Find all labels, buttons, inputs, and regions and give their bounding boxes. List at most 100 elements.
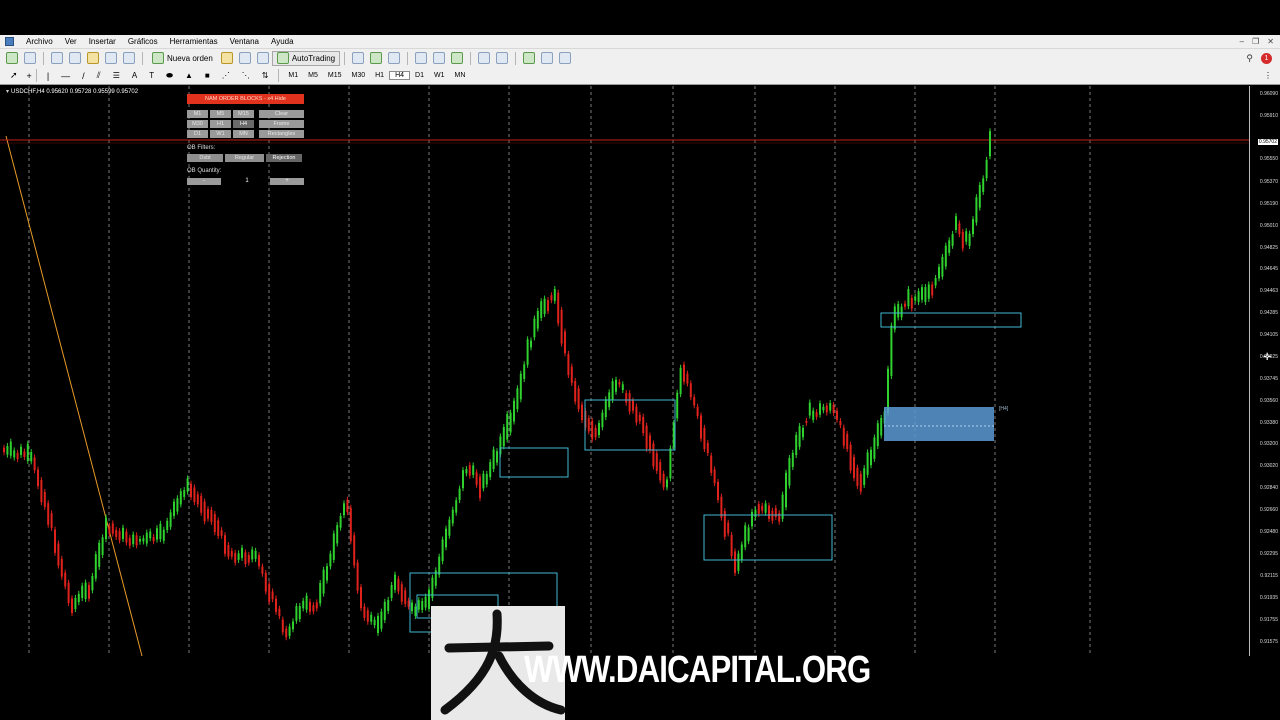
ob-tf-h4[interactable]: H4 <box>233 120 254 128</box>
market-icon[interactable] <box>256 52 269 64</box>
menu-insertar[interactable]: Insertar <box>83 35 122 48</box>
channel-icon[interactable]: ⫽ <box>97 70 101 81</box>
ob-quantity-plus-button[interactable]: + <box>270 178 304 185</box>
ob-tf-d1[interactable]: D1 <box>187 130 208 138</box>
gann-icon[interactable]: ⋰ <box>222 71 230 80</box>
menu-archivo[interactable]: Archivo <box>20 35 59 48</box>
triangle-icon[interactable]: ▲ <box>185 71 193 80</box>
zoom-out-icon[interactable] <box>433 52 446 64</box>
bar-chart-icon[interactable] <box>352 52 365 64</box>
metaeditor-icon[interactable] <box>220 52 233 64</box>
data-window-icon[interactable] <box>87 52 99 64</box>
price-axis[interactable]: 0.96090 0.95910 0.95702 0.95550 0.95370 0.951… <box>1249 86 1280 656</box>
chart-options-icon[interactable]: ⋮ <box>1264 71 1272 80</box>
candle-body <box>213 514 216 533</box>
autotrading-button[interactable]: AutoTrading <box>271 50 341 66</box>
ob-quantity-minus-button[interactable]: - <box>187 178 221 185</box>
candle-body <box>887 368 889 413</box>
candle-body <box>550 295 553 301</box>
menu-ventana[interactable]: Ventana <box>224 35 265 48</box>
timeframe-m5[interactable]: M5 <box>303 72 323 79</box>
price-label: 0.92115 <box>1260 573 1278 579</box>
candle-body <box>397 578 400 592</box>
pitchfork-icon[interactable]: ⋱ <box>242 71 250 80</box>
restore-icon[interactable]: ❐ <box>1252 35 1259 48</box>
cursor-arrow-icon[interactable]: ➚ <box>10 70 18 81</box>
ob-tf-w1[interactable]: W1 <box>210 130 231 138</box>
candlestick-icon[interactable] <box>370 52 383 64</box>
templates-icon[interactable] <box>559 52 572 64</box>
minimize-icon[interactable]: – <box>1240 35 1244 48</box>
menu-ver[interactable]: Ver <box>59 35 83 48</box>
periods-icon[interactable] <box>541 52 554 64</box>
price-label: 0.94645 <box>1259 266 1278 272</box>
ob-rectangles-button[interactable]: Rectangles <box>259 130 304 138</box>
candle-body <box>519 373 522 400</box>
close-icon[interactable]: ✕ <box>1267 35 1274 48</box>
zoom-in-icon[interactable] <box>415 52 428 64</box>
ob-filter-rejection[interactable]: Rejection <box>266 154 302 162</box>
ellipse-icon[interactable]: ⬬ <box>166 71 173 81</box>
menu-graficos[interactable]: Gráficos <box>122 35 164 48</box>
rectangle-icon[interactable]: ■ <box>205 71 210 80</box>
notification-icon[interactable]: 1 <box>1261 52 1272 64</box>
price-chart[interactable]: ▾ USDCHF,H4 0.95620 0.95728 0.95599 0.957… <box>0 86 1280 656</box>
candle-body <box>618 382 621 385</box>
tile-windows-icon[interactable] <box>451 52 464 64</box>
indicators-icon[interactable] <box>523 52 536 64</box>
menu-herramientas[interactable]: Herramientas <box>164 35 224 48</box>
candle-body <box>819 403 821 415</box>
signals-icon[interactable] <box>238 52 251 64</box>
new-order-button[interactable]: Nueva orden <box>147 51 218 66</box>
candle-body <box>64 572 67 587</box>
line-chart-icon[interactable] <box>388 52 401 64</box>
ob-tf-m15[interactable]: M15 <box>233 110 254 118</box>
ob-frame-button[interactable]: Frame <box>259 120 304 128</box>
profiles-icon[interactable] <box>24 52 36 64</box>
new-chart-icon[interactable] <box>6 52 18 64</box>
timeframe-d1[interactable]: D1 <box>410 72 429 79</box>
ob-clear-button[interactable]: Clear <box>259 110 304 118</box>
autoscroll-icon[interactable] <box>478 52 491 64</box>
candle-body <box>536 310 539 329</box>
ob-filter-regular[interactable]: Regular <box>225 154 264 162</box>
candle-body <box>543 298 546 315</box>
timeframe-mn[interactable]: MN <box>449 72 470 79</box>
menu-ayuda[interactable]: Ayuda <box>265 35 300 48</box>
text-icon[interactable]: A <box>132 71 137 80</box>
ob-tf-m1[interactable]: M1 <box>187 110 208 118</box>
horizontal-line-icon[interactable]: — <box>61 71 70 81</box>
arrows-icon[interactable]: ⇅ <box>262 71 269 80</box>
timeframe-m30[interactable]: M30 <box>347 72 371 79</box>
timeframe-h4[interactable]: H4 <box>389 71 411 80</box>
ob-tf-m30[interactable]: M30 <box>187 120 208 128</box>
timeframe-w1[interactable]: W1 <box>429 72 450 79</box>
fibonacci-icon[interactable]: ☰ <box>113 71 120 80</box>
ob-tf-m5[interactable]: M5 <box>210 110 231 118</box>
candle-body <box>343 503 345 516</box>
ob-filter-dsbt[interactable]: Dsbt <box>187 154 223 162</box>
candle-body <box>910 297 913 309</box>
ob-tf-h1[interactable]: H1 <box>210 120 231 128</box>
label-icon[interactable]: T <box>149 71 154 80</box>
vertical-line-icon[interactable]: | <box>47 71 49 81</box>
timeframe-m1[interactable]: M1 <box>283 72 303 79</box>
candle-body <box>200 495 203 513</box>
candle-body <box>479 476 481 499</box>
market-watch-icon[interactable] <box>51 52 63 64</box>
chart-shift-icon[interactable] <box>496 52 509 64</box>
terminal-icon[interactable] <box>105 52 117 64</box>
ob-title-button[interactable]: NAM ORDER BLOCKS - x4 Hide <box>187 94 304 104</box>
candle-body <box>917 291 920 303</box>
timeframe-h1[interactable]: H1 <box>370 72 389 79</box>
price-label: 0.91935 <box>1259 595 1278 601</box>
trendline-icon[interactable]: / <box>82 71 85 81</box>
crosshair-icon[interactable]: + <box>27 71 32 81</box>
strategy-tester-icon[interactable] <box>123 52 135 64</box>
search-icon[interactable]: ⚲ <box>1246 53 1253 64</box>
candle-body <box>33 457 36 471</box>
top-black-bar <box>0 0 1280 35</box>
timeframe-m15[interactable]: M15 <box>323 72 347 79</box>
ob-tf-mn[interactable]: MN <box>233 130 254 138</box>
navigator-icon[interactable] <box>69 52 81 64</box>
